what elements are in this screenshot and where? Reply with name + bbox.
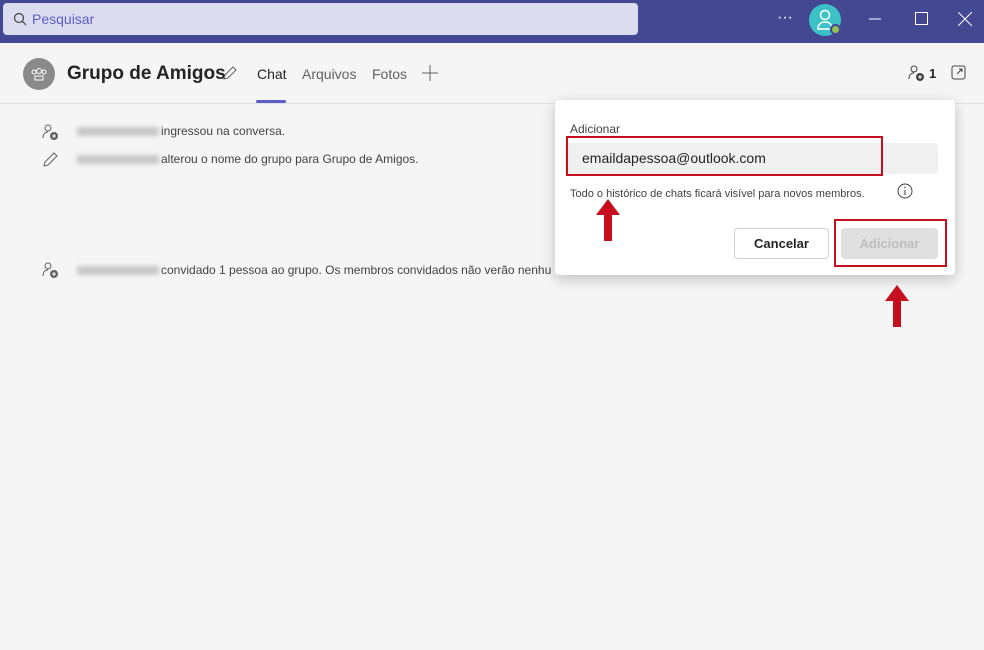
system-message: convidado 1 pessoa ao grupo. Os membros …: [77, 263, 551, 277]
participants-count: 1: [929, 65, 937, 81]
search-input[interactable]: Pesquisar: [3, 3, 638, 35]
participants-button[interactable]: 1: [908, 64, 936, 82]
blurred-name: [77, 154, 159, 164]
cancel-button[interactable]: Cancelar: [734, 228, 829, 259]
annotation-arrow-icon: [596, 199, 620, 241]
system-message: alterou o nome do grupo para Grupo de Am…: [77, 152, 419, 166]
page-title: Grupo de Amigos: [67, 63, 226, 84]
tab-fotos[interactable]: Fotos: [372, 66, 407, 82]
tab-arquivos[interactable]: Arquivos: [302, 66, 356, 82]
annotation-highlight: [566, 136, 883, 176]
edit-name-icon[interactable]: [222, 65, 238, 81]
people-add-icon: [908, 65, 924, 81]
pencil-icon: [43, 152, 58, 167]
person-add-icon: [42, 124, 58, 140]
annotation-highlight: [834, 219, 947, 267]
blurred-name: [77, 265, 159, 275]
close-button[interactable]: [958, 12, 972, 26]
search-placeholder: Pesquisar: [32, 11, 95, 27]
person-add-icon: [42, 262, 58, 278]
minimize-button[interactable]: [869, 18, 881, 20]
add-tab-icon[interactable]: [422, 65, 438, 81]
info-icon[interactable]: [897, 183, 913, 199]
search-icon: [13, 12, 27, 26]
group-avatar-icon: [23, 58, 55, 90]
add-label: Adicionar: [570, 122, 621, 136]
maximize-button[interactable]: [915, 12, 928, 25]
presence-available-icon: [830, 24, 841, 35]
more-options-button[interactable]: ···: [777, 9, 793, 27]
annotation-arrow-icon: [885, 285, 909, 327]
pop-out-icon[interactable]: [951, 65, 966, 80]
blurred-name: [77, 126, 159, 136]
system-message: ingressou na conversa.: [77, 124, 285, 138]
active-tab-indicator: [256, 100, 286, 103]
tab-chat[interactable]: Chat: [257, 66, 287, 82]
